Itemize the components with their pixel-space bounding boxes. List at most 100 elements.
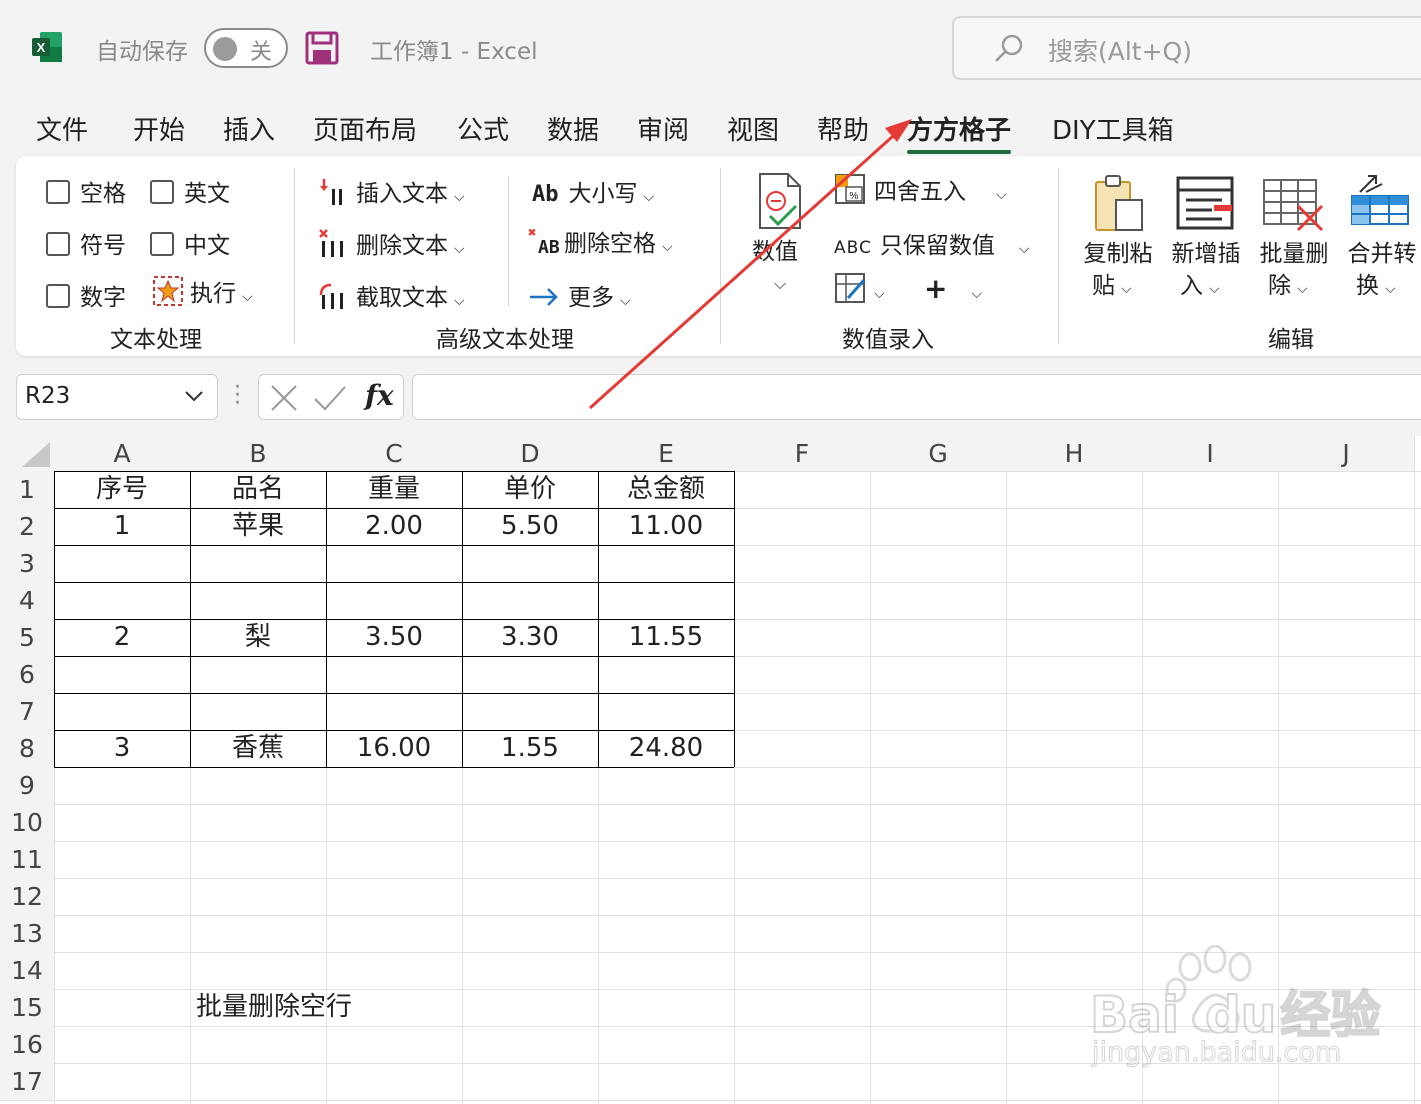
- name-box[interactable]: R23: [16, 374, 218, 420]
- table-cell[interactable]: 梨: [190, 619, 326, 656]
- row-header[interactable]: 13: [0, 915, 54, 952]
- table-cell[interactable]: 11.00: [598, 508, 734, 545]
- table-cell[interactable]: [462, 656, 598, 693]
- more-options-icon[interactable]: · · ·: [234, 377, 241, 415]
- add-button[interactable]: + ⌵: [924, 272, 982, 305]
- table-cell[interactable]: [598, 656, 734, 693]
- table-cell[interactable]: [54, 656, 190, 693]
- autosave-toggle[interactable]: 关: [204, 28, 288, 68]
- row-header[interactable]: 12: [0, 878, 54, 915]
- table-cell[interactable]: [462, 582, 598, 619]
- row-header[interactable]: 9: [0, 767, 54, 804]
- table-cell[interactable]: 3.50: [326, 619, 462, 656]
- header-cell[interactable]: 重量: [326, 471, 462, 508]
- column-header[interactable]: A: [54, 436, 190, 471]
- keep-numeric-button[interactable]: ABC 只保留数值 ⌵: [834, 226, 1030, 260]
- column-header[interactable]: J: [1278, 436, 1414, 471]
- checkbox-space[interactable]: 空格: [46, 174, 126, 208]
- table-cell[interactable]: 16.00: [326, 730, 462, 767]
- delete-spaces-button[interactable]: ✖ AB 删除空格 ⌵: [528, 224, 673, 258]
- row-header[interactable]: 3: [0, 545, 54, 582]
- tab-insert[interactable]: 插入: [223, 110, 275, 147]
- header-cell[interactable]: 总金额: [598, 471, 734, 508]
- table-cell[interactable]: [326, 545, 462, 582]
- header-cell[interactable]: 品名: [190, 471, 326, 508]
- checkbox-symbol[interactable]: 符号: [46, 226, 126, 260]
- checkbox-english[interactable]: 英文: [150, 174, 230, 208]
- tab-home[interactable]: 开始: [133, 110, 185, 147]
- numeric-button[interactable]: 数值 ⌵: [748, 170, 812, 310]
- table-cell[interactable]: [54, 582, 190, 619]
- table-cell[interactable]: 2: [54, 619, 190, 656]
- table-cell[interactable]: [190, 582, 326, 619]
- table-cell[interactable]: 1.55: [462, 730, 598, 767]
- row-header[interactable]: 8: [0, 730, 54, 767]
- tab-page-layout[interactable]: 页面布局: [313, 110, 417, 147]
- column-header[interactable]: G: [870, 436, 1006, 471]
- table-cell[interactable]: [326, 693, 462, 730]
- row-header[interactable]: 2: [0, 508, 54, 545]
- case-button[interactable]: Ab 大小写 ⌵: [532, 174, 654, 208]
- table-cell[interactable]: [598, 693, 734, 730]
- tab-fangfanggezi[interactable]: 方方格子: [907, 110, 1012, 154]
- row-header[interactable]: 17: [0, 1063, 54, 1100]
- table-cell[interactable]: [598, 545, 734, 582]
- table-cell[interactable]: 2.00: [326, 508, 462, 545]
- table-cell[interactable]: 苹果: [190, 508, 326, 545]
- column-header[interactable]: I: [1142, 436, 1278, 471]
- tab-formulas[interactable]: 公式: [457, 110, 509, 147]
- row-header[interactable]: 11: [0, 841, 54, 878]
- table-cell[interactable]: [326, 656, 462, 693]
- tab-review[interactable]: 审阅: [637, 110, 689, 147]
- checkbox-number[interactable]: 数字: [46, 278, 126, 312]
- table-cell[interactable]: [190, 545, 326, 582]
- row-header[interactable]: 4: [0, 582, 54, 619]
- row-header[interactable]: 6: [0, 656, 54, 693]
- tab-file[interactable]: 文件: [36, 110, 88, 147]
- column-header[interactable]: D: [462, 436, 598, 471]
- extract-text-button[interactable]: 截取文本 ⌵: [318, 278, 465, 312]
- table-cell[interactable]: 11.55: [598, 619, 734, 656]
- tab-diy-toolbox[interactable]: DIY工具箱: [1052, 110, 1174, 147]
- formula-input[interactable]: [412, 374, 1421, 420]
- batch-delete-button[interactable]: 批量删 除 ⌵: [1254, 172, 1334, 312]
- delete-text-button[interactable]: 删除文本 ⌵: [318, 226, 465, 260]
- table-cell[interactable]: 香蕉: [190, 730, 326, 767]
- tab-view[interactable]: 视图: [727, 110, 779, 147]
- table-cell[interactable]: 5.50: [462, 508, 598, 545]
- column-header[interactable]: B: [190, 436, 326, 471]
- table-cell[interactable]: 3.30: [462, 619, 598, 656]
- table-cell[interactable]: [190, 693, 326, 730]
- column-header[interactable]: H: [1006, 436, 1142, 471]
- save-icon[interactable]: [304, 30, 340, 66]
- merge-convert-button[interactable]: 合并转 换 ⌵: [1342, 172, 1421, 312]
- add-insert-button[interactable]: 新增插 入 ⌵: [1166, 172, 1246, 312]
- round-button[interactable]: % 四舍五入 ⌵: [834, 172, 1007, 206]
- table-cell[interactable]: 3: [54, 730, 190, 767]
- row-header[interactable]: 16: [0, 1026, 54, 1063]
- checkbox-chinese[interactable]: 中文: [150, 226, 230, 260]
- table-cell[interactable]: 24.80: [598, 730, 734, 767]
- column-header[interactable]: C: [326, 436, 462, 471]
- table-cell[interactable]: [598, 582, 734, 619]
- more-button[interactable]: 更多 ⌵: [528, 278, 631, 312]
- tab-data[interactable]: 数据: [547, 110, 599, 147]
- edit-form-button[interactable]: ⌵: [834, 272, 885, 304]
- row-header[interactable]: 14: [0, 952, 54, 989]
- header-cell[interactable]: 序号: [54, 471, 190, 508]
- row-header[interactable]: 7: [0, 693, 54, 730]
- table-cell[interactable]: [462, 545, 598, 582]
- note-cell-B15[interactable]: 批量删除空行: [190, 989, 352, 1026]
- header-cell[interactable]: 单价: [462, 471, 598, 508]
- column-header[interactable]: F: [734, 436, 870, 471]
- row-header[interactable]: 1: [0, 471, 54, 508]
- table-cell[interactable]: 1: [54, 508, 190, 545]
- copy-paste-button[interactable]: 复制粘 贴 ⌵: [1078, 172, 1158, 312]
- insert-function-icon[interactable]: fx: [365, 379, 394, 412]
- table-cell[interactable]: [190, 656, 326, 693]
- search-box[interactable]: 搜索(Alt+Q): [952, 16, 1421, 80]
- enter-check-icon[interactable]: [313, 383, 347, 413]
- table-cell[interactable]: [326, 582, 462, 619]
- column-header[interactable]: E: [598, 436, 734, 471]
- cancel-icon[interactable]: [269, 383, 299, 413]
